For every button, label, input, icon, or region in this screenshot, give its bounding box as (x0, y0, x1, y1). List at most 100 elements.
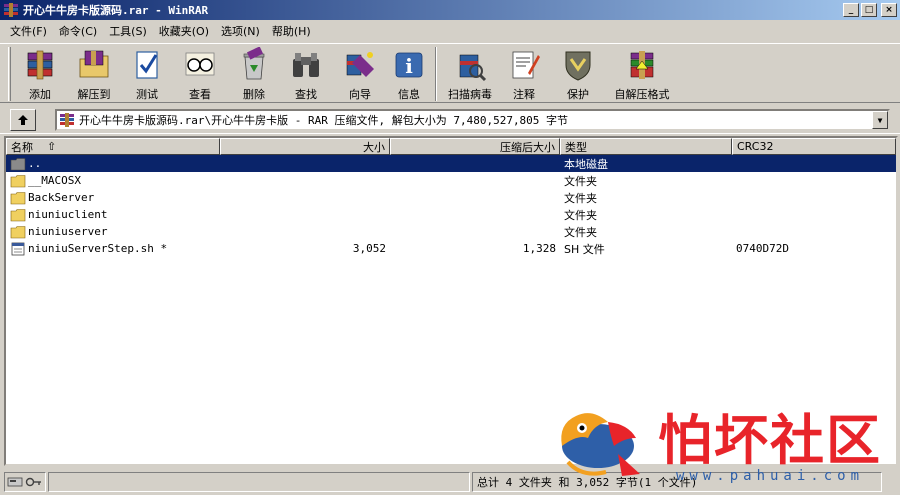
test-button[interactable]: 测试 (123, 44, 171, 102)
cell-name: .. (6, 157, 220, 171)
column-type[interactable]: 类型 (560, 138, 732, 155)
status-selection-area (48, 472, 470, 492)
address-bar: 开心牛牛房卡版源码.rar\开心牛牛房卡版 - RAR 压缩文件, 解包大小为 … (0, 106, 900, 134)
cell-name: __MACOSX (6, 174, 220, 188)
column-packed[interactable]: 压缩后大小 (390, 138, 560, 155)
comment-button-label: 注释 (513, 88, 535, 101)
cell-type: 文件夹 (564, 191, 597, 205)
cell-crc: 0740D72D (736, 242, 789, 255)
table-row[interactable]: niuniuServerStep.sh * 3,052 1,328 SH 文件 0740… (6, 240, 896, 257)
column-packed-label: 压缩后大小 (500, 140, 555, 154)
maximize-button[interactable]: □ (861, 3, 877, 17)
file-rows: .. 本地磁盘 __MACOSX 文件夹 BackServer 文件夹 niuniuclie… (6, 155, 896, 257)
delete-button-label: 删除 (243, 88, 265, 101)
delete-button[interactable]: 删除 (229, 44, 279, 102)
extract-to-button[interactable]: 解压到 (65, 44, 123, 102)
menu-help[interactable]: 帮助(H) (266, 23, 317, 39)
column-size-label: 大小 (363, 140, 385, 154)
view-button[interactable]: 查看 (171, 44, 229, 102)
test-check-icon (136, 51, 158, 79)
menu-tools[interactable]: 工具(S) (103, 23, 153, 39)
view-glasses-icon (185, 52, 215, 76)
key-icon (25, 477, 41, 487)
virus-scan-button[interactable]: 扫描病毒 (441, 44, 499, 102)
toolbar-separator (435, 47, 437, 101)
table-row[interactable]: BackServer 文件夹 (6, 189, 896, 206)
add-button-label: 添加 (29, 88, 51, 101)
parent-folder-icon (10, 157, 26, 171)
file-name: __MACOSX (28, 174, 81, 187)
protect-button[interactable]: 保护 (549, 44, 607, 102)
column-size[interactable]: 大小 (220, 138, 390, 155)
cell-packed: 1,328 (522, 242, 556, 255)
menu-favorites[interactable]: 收藏夹(O) (153, 23, 215, 39)
menu-commands[interactable]: 命令(C) (53, 23, 103, 39)
find-button[interactable]: 查找 (279, 44, 333, 102)
minimize-icon: _ (848, 5, 854, 15)
table-row[interactable]: __MACOSX 文件夹 (6, 172, 896, 189)
delete-recycle-icon (243, 47, 265, 80)
wizard-icon (346, 52, 374, 77)
cell-type: 文件夹 (564, 225, 597, 239)
sort-arrow-icon: ⇧ (47, 140, 57, 153)
column-headers: 名称 ⇧ 大小 压缩后大小 类型 CRC32 (6, 138, 896, 155)
cell-name: niuniuServerStep.sh * (6, 242, 220, 256)
file-list[interactable]: 名称 ⇧ 大小 压缩后大小 类型 CRC32 .. 本地磁盘 __MACOSX 文件夹… (4, 136, 898, 466)
status-drive-area[interactable] (4, 472, 46, 492)
wizard-button[interactable]: 向导 (333, 44, 387, 102)
folder-icon (10, 225, 26, 239)
find-binoculars-icon (293, 53, 319, 77)
info-button[interactable]: i 信息 (387, 44, 431, 102)
info-icon: i (395, 52, 423, 78)
file-icon (10, 242, 26, 256)
disk-icon (7, 477, 23, 487)
column-crc-label: CRC32 (737, 140, 774, 153)
status-bar: 总计 4 文件夹 和 3,052 字节(1 个文件) (0, 470, 900, 495)
menu-file[interactable]: 文件(F) (4, 23, 53, 39)
column-type-label: 类型 (565, 140, 587, 154)
find-button-label: 查找 (295, 88, 317, 101)
folder-icon (10, 208, 26, 222)
menu-options[interactable]: 选项(N) (215, 23, 266, 39)
add-button[interactable]: 添加 (15, 44, 65, 102)
column-name[interactable]: 名称 ⇧ (6, 138, 220, 155)
comment-button[interactable]: 注释 (499, 44, 549, 102)
column-crc[interactable]: CRC32 (732, 138, 896, 155)
folder-icon (10, 174, 26, 188)
sfx-button[interactable]: 自解压格式 (607, 44, 677, 102)
close-icon: × (885, 5, 893, 15)
file-name: niuniuServerStep.sh * (28, 242, 168, 255)
virus-scan-icon (459, 54, 487, 82)
column-name-label: 名称 (11, 140, 33, 154)
folder-icon (10, 191, 26, 205)
up-folder-button[interactable] (10, 108, 36, 131)
close-button[interactable]: × (881, 3, 897, 17)
table-row[interactable]: .. 本地磁盘 (6, 155, 896, 172)
winrar-app-icon (4, 3, 18, 17)
cell-type: 文件夹 (564, 174, 597, 188)
wizard-button-label: 向导 (349, 88, 371, 101)
info-button-label: 信息 (398, 88, 420, 101)
protect-shield-icon (565, 51, 591, 81)
maximize-icon: □ (864, 5, 874, 15)
file-name: niuniuclient (28, 208, 108, 221)
chevron-down-icon: ▼ (877, 115, 883, 125)
status-summary-area: 总计 4 文件夹 和 3,052 字节(1 个文件) (472, 472, 882, 492)
window-title: 开心牛牛房卡版源码.rar - WinRAR (23, 4, 209, 17)
address-dropdown-button[interactable]: ▼ (872, 111, 888, 129)
sfx-icon (630, 51, 654, 79)
address-field[interactable]: 开心牛牛房卡版源码.rar\开心牛牛房卡版 - RAR 压缩文件, 解包大小为 … (55, 109, 890, 131)
comment-icon (512, 51, 540, 79)
table-row[interactable]: niuniuclient 文件夹 (6, 206, 896, 223)
cell-type: SH 文件 (564, 242, 605, 256)
extract-folder-icon (79, 50, 109, 78)
table-row[interactable]: niuniuserver 文件夹 (6, 223, 896, 240)
cell-name: niuniuserver (6, 225, 220, 239)
title-bar: 开心牛牛房卡版源码.rar - WinRAR _ □ × (0, 0, 900, 20)
file-name: niuniuserver (28, 225, 108, 238)
extract-to-button-label: 解压到 (77, 88, 111, 101)
toolbar-grip[interactable] (8, 47, 11, 101)
minimize-button[interactable]: _ (843, 3, 859, 17)
protect-button-label: 保护 (567, 88, 589, 101)
status-summary: 总计 4 文件夹 和 3,052 字节(1 个文件) (477, 476, 698, 489)
